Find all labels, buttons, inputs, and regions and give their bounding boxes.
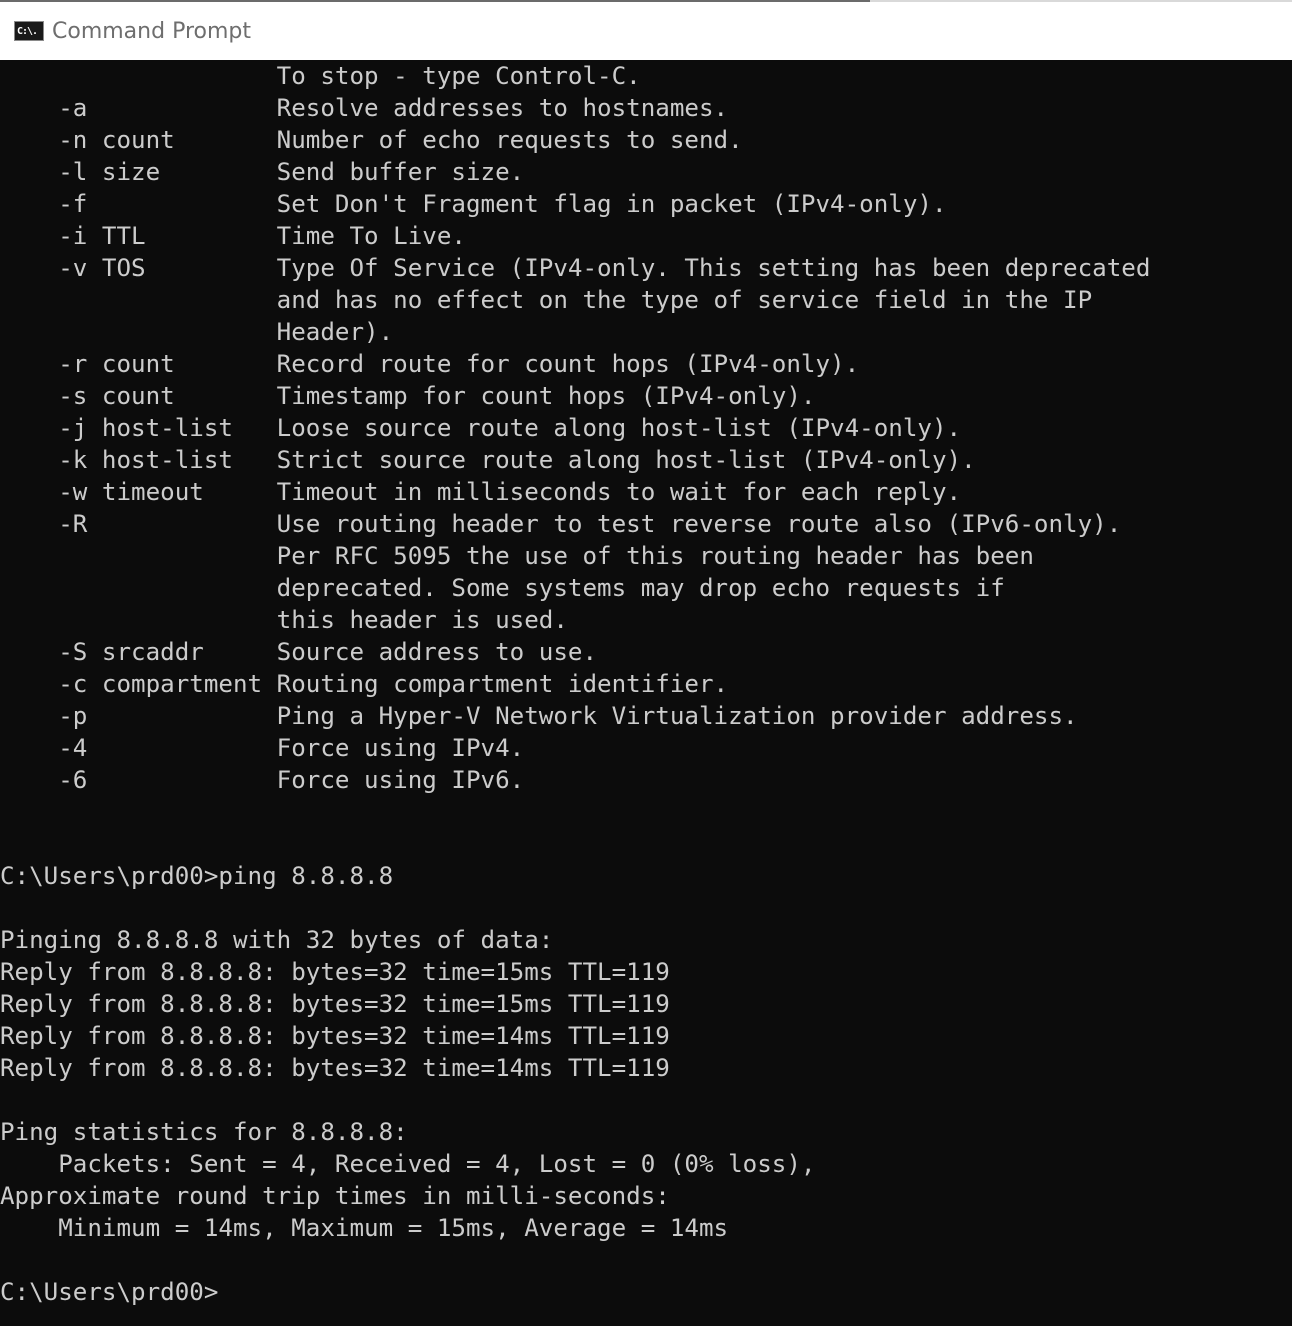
console-line: and has no effect on the type of service…: [0, 286, 1093, 314]
console-line: Packets: Sent = 4, Received = 4, Lost = …: [0, 1150, 816, 1178]
console-line: Reply from 8.8.8.8: bytes=32 time=15ms T…: [0, 958, 670, 986]
console-line: Ping statistics for 8.8.8.8:: [0, 1118, 408, 1146]
console-line: -f Set Don't Fragment flag in packet (IP…: [0, 190, 947, 218]
console-line: Approximate round trip times in milli-se…: [0, 1182, 670, 1210]
console-line: this header is used.: [0, 606, 568, 634]
console-line: -s count Timestamp for count hops (IPv4-…: [0, 382, 816, 410]
console-line: -4 Force using IPv4.: [0, 734, 525, 762]
console-lines: To stop - type Control-C. -a Resolve add…: [0, 60, 1292, 1308]
console-line: C:\Users\prd00>: [0, 1278, 219, 1306]
console-line: -a Resolve addresses to hostnames.: [0, 94, 729, 122]
console-output[interactable]: To stop - type Control-C. -a Resolve add…: [0, 60, 1292, 1326]
console-line: Per RFC 5095 the use of this routing hea…: [0, 542, 1034, 570]
console-line: -n count Number of echo requests to send…: [0, 126, 743, 154]
console-line: Reply from 8.8.8.8: bytes=32 time=14ms T…: [0, 1054, 670, 1082]
console-line: -R Use routing header to test reverse ro…: [0, 510, 1122, 538]
console-line: Reply from 8.8.8.8: bytes=32 time=15ms T…: [0, 990, 670, 1018]
console-line: -6 Force using IPv6.: [0, 766, 525, 794]
console-line: deprecated. Some systems may drop echo r…: [0, 574, 1005, 602]
cmd-icon: C:\.: [14, 21, 44, 41]
console-line: -i TTL Time To Live.: [0, 222, 466, 250]
console-line: C:\Users\prd00>ping 8.8.8.8: [0, 862, 394, 890]
console-line: -S srcaddr Source address to use.: [0, 638, 598, 666]
console-line: Minimum = 14ms, Maximum = 15ms, Average …: [0, 1214, 729, 1242]
console-line: -w timeout Timeout in milliseconds to wa…: [0, 478, 962, 506]
window-title: Command Prompt: [52, 18, 251, 44]
console-line: Reply from 8.8.8.8: bytes=32 time=14ms T…: [0, 1022, 670, 1050]
console-line: -c compartment Routing compartment ident…: [0, 670, 729, 698]
console-line: -k host-list Strict source route along h…: [0, 446, 976, 474]
command-prompt-window: C:\. Command Prompt To stop - type Contr…: [0, 0, 1292, 1326]
console-line: -j host-list Loose source route along ho…: [0, 414, 962, 442]
console-line: Pinging 8.8.8.8 with 32 bytes of data:: [0, 926, 554, 954]
console-line: Header).: [0, 318, 394, 346]
console-line: -v TOS Type Of Service (IPv4-only. This …: [0, 254, 1151, 282]
console-line: -r count Record route for count hops (IP…: [0, 350, 860, 378]
console-line: -l size Send buffer size.: [0, 158, 525, 186]
console-line: -p Ping a Hyper-V Network Virtualization…: [0, 702, 1078, 730]
console-line: To stop - type Control-C.: [0, 62, 641, 90]
background-window-strip: [870, 0, 1292, 2]
title-bar[interactable]: C:\. Command Prompt: [0, 0, 1292, 60]
